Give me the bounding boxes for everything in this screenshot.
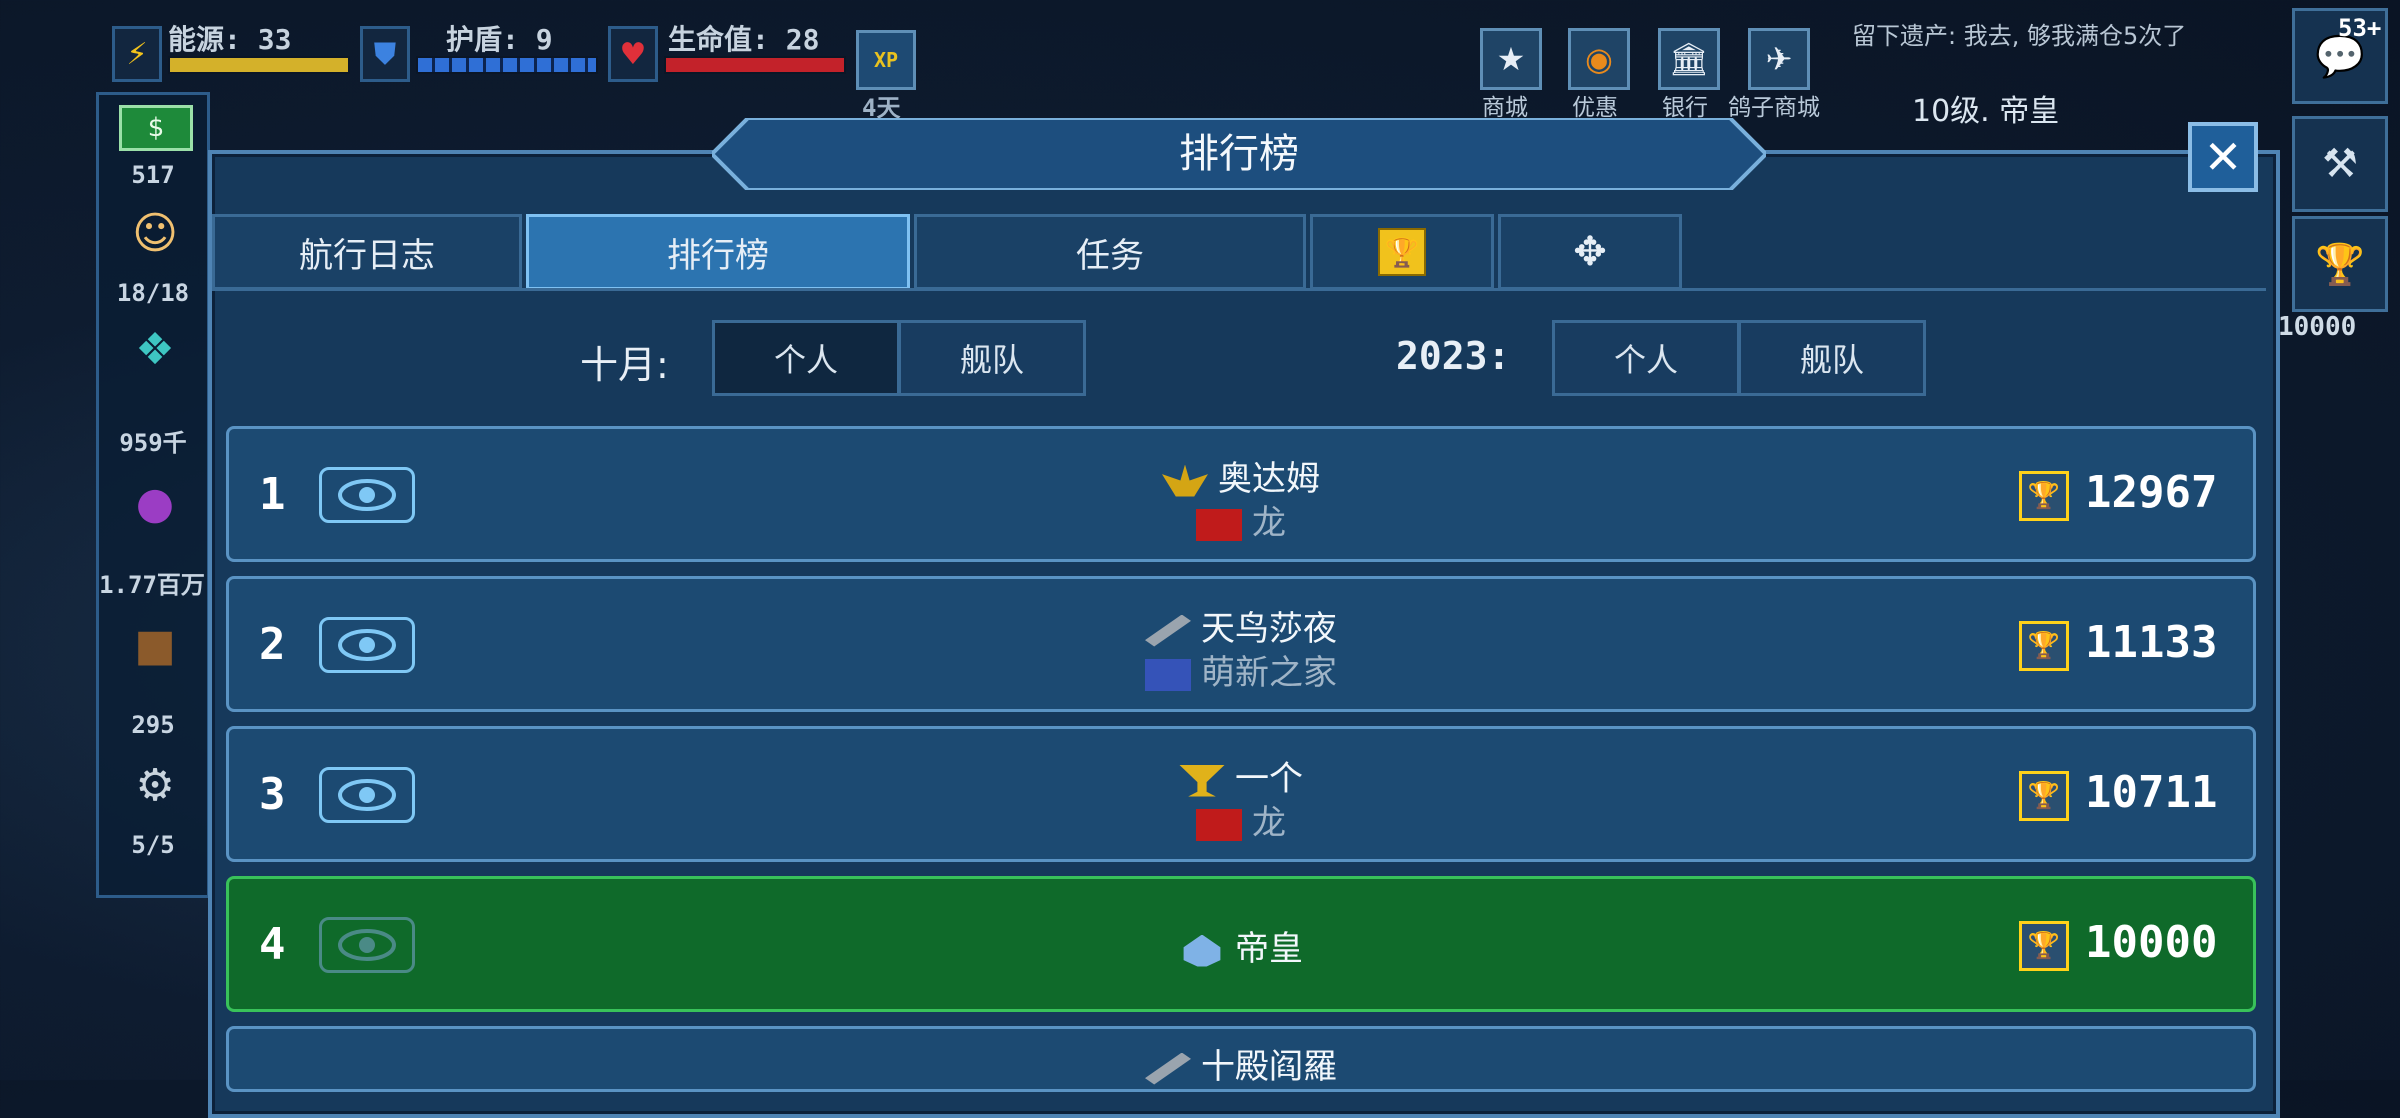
- trophy-icon: 🏆: [2019, 621, 2069, 671]
- crew-value: 18/18: [116, 279, 190, 307]
- drone-icon[interactable]: ⚙: [125, 757, 185, 813]
- score-value: 10711: [2085, 767, 2218, 818]
- leaderboard-row-self[interactable]: 4 帝皇 🏆 10000: [226, 876, 2256, 1012]
- fleet-name: 龙: [1252, 803, 1286, 843]
- trophy-icon: 🏆: [2315, 241, 2365, 288]
- panel-title: 排行榜: [1179, 131, 1299, 177]
- orb-icon[interactable]: ●: [125, 475, 185, 531]
- tab-voyage-log[interactable]: 航行日志: [212, 214, 522, 290]
- trophy-icon: 🏆: [2019, 771, 2069, 821]
- wings-badge-icon: [1162, 464, 1208, 497]
- score-value: 12967: [2085, 467, 2218, 518]
- player-name-line: 帝皇: [229, 921, 2253, 970]
- player-name-line: 十殿阎羅: [229, 1039, 2253, 1088]
- chat-badge: 53+: [2338, 14, 2382, 42]
- score-value: 10000: [2085, 917, 2218, 968]
- shield-label: 护盾: 9: [446, 23, 553, 56]
- shield-icon: ⛊: [360, 26, 410, 82]
- tab-leaderboard[interactable]: 排行榜: [526, 214, 910, 290]
- month-label: 十月:: [580, 343, 669, 387]
- player-name: 奥达姆: [1218, 459, 1320, 499]
- player-name-line: 一个: [229, 751, 2253, 800]
- pigeon-shop-label: 鸽子商城: [1728, 95, 1820, 121]
- bank-icon: 🏛: [1668, 40, 1710, 78]
- player-name: 十殿阎羅: [1201, 1047, 1337, 1087]
- crystal-icon[interactable]: ❖: [125, 321, 185, 377]
- drones-value: 5/5: [131, 831, 175, 859]
- leaderboard-row[interactable]: 十殿阎羅: [226, 1026, 2256, 1092]
- fleet-dragon-icon: [1196, 808, 1242, 841]
- pigeon-icon: ✈: [1765, 40, 1793, 78]
- fleet-name-line: 龙: [229, 495, 2253, 544]
- cash-icon[interactable]: $: [119, 105, 193, 151]
- orb-value: 1.77百万: [99, 571, 205, 599]
- tab-trophy[interactable]: 🏆: [1310, 214, 1494, 290]
- cargo-value: 295: [131, 711, 175, 739]
- heart-icon: ♥: [608, 26, 658, 82]
- chalice-badge-icon: [1179, 764, 1225, 797]
- trophy-icon: 🏆: [1378, 228, 1426, 276]
- blade-badge-icon: [1145, 614, 1191, 647]
- lightning-icon: ⚡: [112, 26, 162, 82]
- energy-label: 能源: 33: [168, 23, 292, 56]
- crew-icon[interactable]: ☺: [125, 205, 185, 261]
- leaderboard-row[interactable]: 3 一个 龙 🏆 10711: [226, 726, 2256, 862]
- fleet-name: 萌新之家: [1201, 653, 1337, 693]
- trophy-icon: 🏆: [2019, 921, 2069, 971]
- star-icon: ★: [1496, 40, 1526, 78]
- tab-missions[interactable]: 任务: [914, 214, 1306, 290]
- year-personal-toggle[interactable]: 个人: [1552, 320, 1740, 396]
- right-score: 10000: [2278, 312, 2357, 342]
- pigeon-shop-button[interactable]: ✈: [1748, 28, 1810, 90]
- fleet-name-line: 龙: [229, 795, 2253, 844]
- cargo-icon[interactable]: ■: [125, 617, 185, 673]
- cash-value: 517: [131, 161, 175, 189]
- player-name-line: 奥达姆: [229, 451, 2253, 500]
- xp-badge: XP: [873, 48, 899, 72]
- bank-button[interactable]: 🏛: [1658, 28, 1720, 90]
- shield-bar: [416, 56, 598, 74]
- year-fleet-toggle[interactable]: 舰队: [1738, 320, 1926, 396]
- trophy-icon: 🏆: [2019, 471, 2069, 521]
- hp-bar: [664, 56, 846, 74]
- xp-button[interactable]: XP: [856, 30, 916, 90]
- build-button[interactable]: ⚒: [2292, 116, 2388, 212]
- bank-label: 银行: [1662, 95, 1708, 121]
- tab-divider: [212, 288, 2266, 291]
- fleet-wave-icon: [1145, 658, 1191, 691]
- tab-bar: 航行日志 排行榜 任务 🏆 ✥: [212, 214, 1686, 290]
- energy-bar: [168, 56, 350, 74]
- crystal-value: 959千: [119, 429, 187, 457]
- chat-message[interactable]: 留下遗产: 我去, 够我满仓5次了: [1852, 16, 2186, 51]
- discount-button[interactable]: ◉: [1568, 28, 1630, 90]
- fleet-name: 龙: [1252, 503, 1286, 543]
- player-name: 帝皇: [1235, 929, 1303, 969]
- panel-title-banner: 排行榜: [712, 118, 1766, 190]
- month-personal-toggle[interactable]: 个人: [712, 320, 900, 396]
- month-fleet-toggle[interactable]: 舰队: [898, 320, 1086, 396]
- leaderboard-row[interactable]: 1 奥达姆 龙 🏆 12967: [226, 426, 2256, 562]
- move-arrows-icon: ✥: [1573, 229, 1607, 275]
- fleet-dragon-icon: [1196, 508, 1242, 541]
- resource-sidebar: $ 517 ☺ 18/18 ❖ 959千 ● 1.77百万 ■ 295 ⚙ 5/…: [96, 92, 210, 898]
- leaderboard-row[interactable]: 2 天鸟莎夜 萌新之家 🏆 11133: [226, 576, 2256, 712]
- player-name-line: 天鸟莎夜: [229, 601, 2253, 650]
- year-label: 2023:: [1396, 334, 1511, 378]
- player-level-name: 10级. 帝皇: [1912, 94, 2060, 129]
- player-name: 天鸟莎夜: [1201, 609, 1337, 649]
- score-value: 11133: [2085, 617, 2218, 668]
- hammer-icon: ⚒: [2322, 141, 2358, 187]
- tab-expand[interactable]: ✥: [1498, 214, 1682, 290]
- discount-label: 优惠: [1572, 95, 1618, 121]
- close-icon: ✕: [2203, 130, 2243, 184]
- hp-label: 生命值: 28: [668, 23, 820, 56]
- fleet-name-line: 萌新之家: [229, 645, 2253, 694]
- trophy-button[interactable]: 🏆: [2292, 216, 2388, 312]
- player-name: 一个: [1235, 759, 1303, 799]
- shop-label: 商城: [1482, 95, 1528, 121]
- ship-badge-icon: [1183, 934, 1221, 967]
- shop-button[interactable]: ★: [1480, 28, 1542, 90]
- close-button[interactable]: ✕: [2188, 122, 2258, 192]
- discount-icon: ◉: [1585, 40, 1613, 78]
